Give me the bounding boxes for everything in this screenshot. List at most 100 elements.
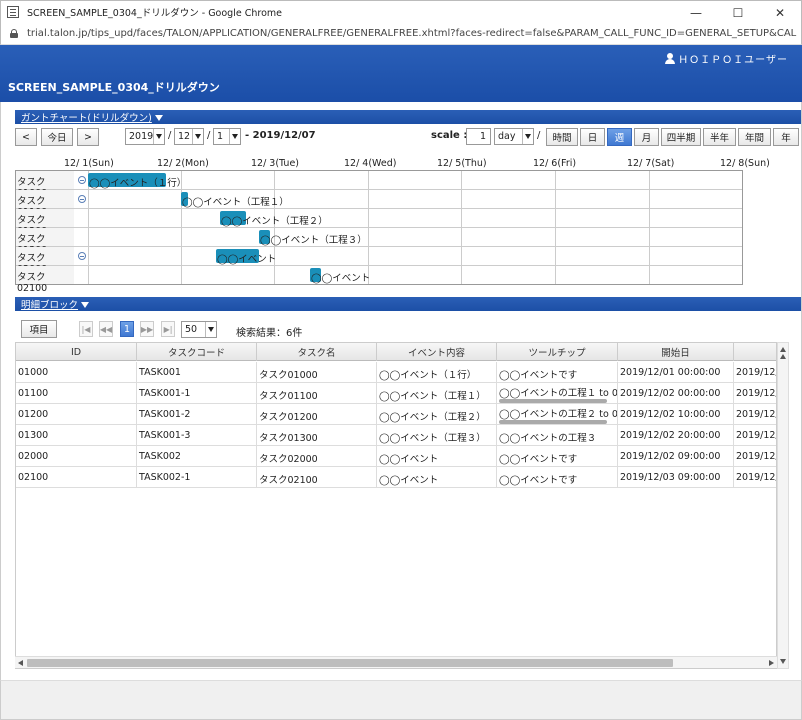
gantt-toolbar: < 今日 > 2019 / 12 / 1 - 2019/12/07 scale … [15, 127, 801, 147]
cell-tooltip[interactable]: ◯◯イベントの工程２ to 013 [497, 404, 618, 425]
cell-id: 02100 [16, 467, 137, 488]
unit-year-button[interactable]: 年 [773, 128, 799, 146]
unit-month-button[interactable]: 月 [634, 128, 659, 146]
page-number[interactable]: 1 [120, 321, 134, 337]
user-menu[interactable]: ＨＯＩＰＯＩユーザー [665, 51, 788, 66]
scroll-left-icon[interactable] [18, 660, 23, 666]
cell-next: 2019/12/ [736, 409, 777, 420]
table-row[interactable]: 01000 TASK001 タスク01000 ◯◯イベント（１行） ◯◯イベント… [16, 362, 777, 383]
column-header-event[interactable]: イベント内容 [377, 343, 497, 361]
detail-section-header[interactable]: 明細ブロック [15, 297, 801, 311]
result-count: 検索結果：6件 [236, 328, 303, 339]
gantt-bar-label: ◯◯イベント（工程１） [182, 197, 289, 208]
gantt-bar-label: ◯◯イベント（工程２） [221, 216, 328, 227]
unit-day-button[interactable]: 日 [580, 128, 605, 146]
last-page-icon[interactable]: ▶| [161, 321, 175, 337]
gantt-row-name: タスク02100 [16, 266, 74, 294]
columns-button[interactable]: 項目 [21, 320, 57, 338]
unit-annual-button[interactable]: 年間 [738, 128, 771, 146]
user-name: ＨＯＩＰＯＩユーザー [678, 55, 788, 66]
chevron-down-icon[interactable] [229, 129, 240, 144]
table-row[interactable]: 02100 TASK002-1 タスク02100 ◯◯イベント ◯◯イベントです… [16, 467, 776, 488]
caret-down-icon[interactable] [81, 301, 90, 308]
scroll-up-icon[interactable] [780, 347, 786, 352]
address-bar[interactable]: trial.talon.jp/tips_upd/faces/TALON/APPL… [0, 23, 802, 45]
url-text[interactable]: trial.talon.jp/tips_upd/faces/TALON/APPL… [27, 28, 797, 39]
unit-week-button[interactable]: 週 [607, 128, 632, 146]
cell-next: 2019/12/ [736, 388, 777, 399]
table-row[interactable]: 01100 TASK001-1 タスク01100 ◯◯イベント（工程１） ◯◯イ… [16, 383, 777, 404]
gantt-section-title[interactable]: ガントチャート(ドリルダウン) [21, 110, 152, 124]
chevron-down-icon[interactable] [192, 129, 203, 144]
chevron-down-icon[interactable] [205, 322, 216, 337]
page-size-select[interactable]: 50 [181, 321, 217, 338]
scale-unit-select[interactable]: day [494, 128, 534, 145]
today-button[interactable]: 今日 [41, 128, 73, 146]
cell-next: 2019/12/ [736, 367, 777, 378]
cell-task-code: TASK001 [137, 362, 257, 383]
cell-task-name: タスク02000 [257, 446, 377, 467]
next-button[interactable]: > [77, 128, 99, 146]
gantt-date: 12/ 7(Sat) [627, 158, 675, 169]
close-icon[interactable]: ✕ [759, 1, 801, 24]
table-row[interactable]: 02000 TASK002 タスク02000 ◯◯イベント ◯◯イベントです 2… [16, 446, 777, 467]
collapse-icon[interactable] [78, 195, 86, 203]
minimize-icon[interactable]: — [675, 1, 717, 24]
scale-input[interactable]: 1 [466, 128, 491, 145]
unit-hour-button[interactable]: 時間 [546, 128, 578, 146]
cell-task-code: TASK001-3 [137, 425, 257, 446]
cell-task-name: タスク01000 [257, 362, 377, 383]
column-header-task-code[interactable]: タスクコード [137, 343, 257, 361]
chevron-down-icon[interactable] [153, 129, 164, 144]
prev-page-icon[interactable]: ◀◀ [99, 321, 113, 337]
detail-section-title[interactable]: 明細ブロック [21, 297, 78, 311]
gantt-row: タスク02000 ◯◯イベント [16, 247, 742, 275]
cell-scrollbar[interactable] [499, 399, 607, 403]
year-select[interactable]: 2019 [125, 128, 165, 145]
unit-halfyear-button[interactable]: 半年 [703, 128, 736, 146]
gantt-date: 12/ 4(Wed) [344, 158, 397, 169]
chevron-down-icon[interactable] [522, 129, 533, 144]
gantt-bar-label: ◯◯イベント [311, 273, 371, 284]
column-header-next[interactable] [734, 343, 776, 361]
caret-down-icon[interactable] [154, 114, 163, 121]
column-header-id[interactable]: ID [16, 343, 137, 361]
gantt-chart: タスク01000 ◯◯イベント（１行） タスク01100 ◯◯イベント（工程１）… [15, 170, 743, 294]
collapse-icon[interactable] [78, 176, 86, 184]
first-page-icon[interactable]: |◀ [79, 321, 93, 337]
next-page-icon[interactable]: ▶▶ [140, 321, 154, 337]
cell-next: 2019/12/ [736, 430, 777, 441]
column-header-task-name[interactable]: タスク名 [257, 343, 377, 361]
scroll-thumb[interactable] [27, 659, 673, 667]
gantt-date: 12/ 3(Tue) [251, 158, 299, 169]
cell-tooltip[interactable]: ◯◯イベントの工程１ to 012 [497, 383, 618, 404]
collapse-icon[interactable] [78, 252, 86, 260]
table-row[interactable]: 01300 TASK001-3 タスク01300 ◯◯イベント（工程３） ◯◯イ… [16, 425, 777, 446]
date-separator: / [168, 130, 172, 141]
scroll-up-icon[interactable] [780, 354, 786, 359]
month-select[interactable]: 12 [174, 128, 204, 145]
cell-event: ◯◯イベント（１行） [377, 362, 497, 383]
column-header-start-date[interactable]: 開始日 [618, 343, 734, 361]
lock-icon [10, 29, 18, 38]
cell-id: 01100 [16, 383, 137, 404]
prev-button[interactable]: < [15, 128, 37, 146]
gantt-section-header[interactable]: ガントチャート(ドリルダウン) [15, 110, 801, 124]
scroll-right-icon[interactable] [769, 660, 774, 666]
app-header: ＨＯＩＰＯＩユーザー SCREEN_SAMPLE_0304_ドリルダウン [0, 45, 802, 102]
scale-label: scale : [431, 130, 468, 141]
cell-task-code: TASK001-2 [137, 404, 257, 425]
cell-scrollbar[interactable] [499, 420, 607, 424]
window-titlebar: SCREEN_SAMPLE_0304_ドリルダウン - Google Chrom… [0, 0, 802, 23]
cell-next: 2019/12/ [736, 451, 777, 462]
table-vertical-scrollbar[interactable] [777, 342, 789, 669]
maximize-icon[interactable]: ☐ [717, 1, 759, 24]
unit-quarter-button[interactable]: 四半期 [661, 128, 701, 146]
day-select[interactable]: 1 [213, 128, 241, 145]
scroll-down-icon[interactable] [780, 659, 786, 664]
app-icon [7, 6, 19, 18]
table-row[interactable]: 01200 TASK001-2 タスク01200 ◯◯イベント（工程２） ◯◯イ… [16, 404, 777, 425]
table-horizontal-scrollbar[interactable] [15, 656, 777, 668]
cell-task-name: タスク01100 [257, 383, 377, 404]
column-header-tooltip[interactable]: ツールチップ [497, 343, 618, 361]
